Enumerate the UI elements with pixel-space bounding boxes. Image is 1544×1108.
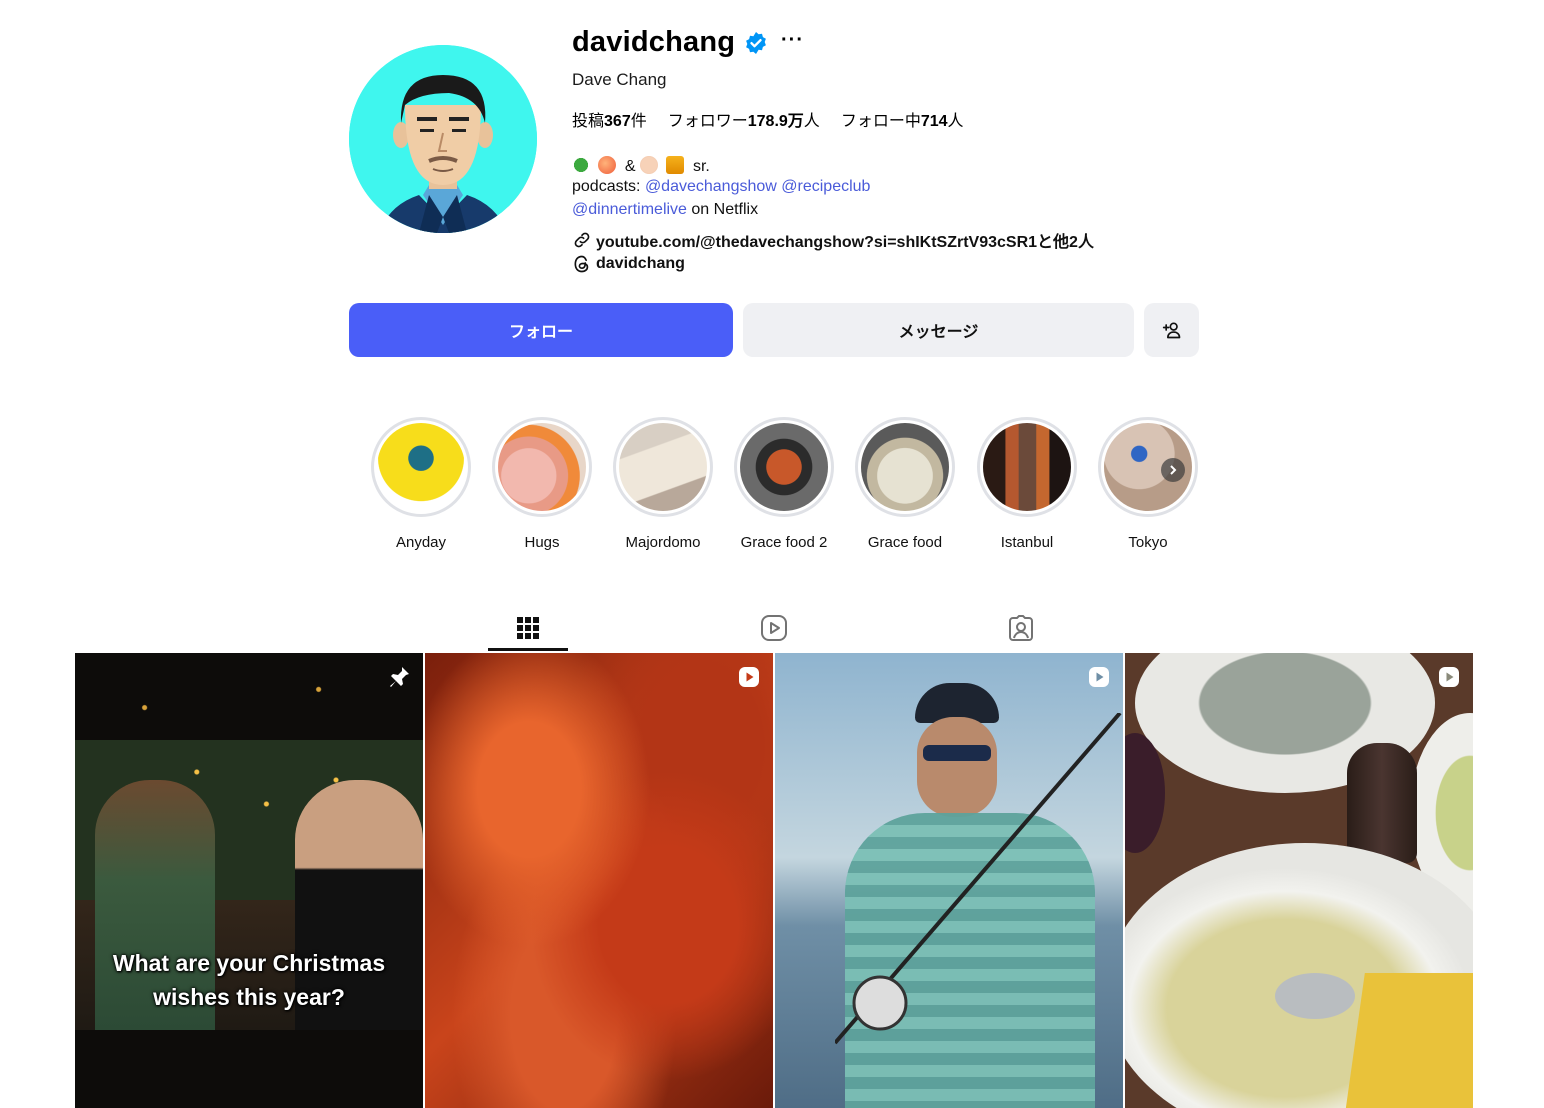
highlight-grace-food[interactable]: Grace food: [852, 417, 958, 551]
post-tile-reel[interactable]: [425, 653, 773, 1108]
post-thumbnail: [425, 653, 773, 1108]
highlight-cover: [983, 423, 1071, 511]
bio-link[interactable]: youtube.com/@thedavechangshow?si=shIKtSZ…: [572, 228, 1094, 252]
post-caption-overlay: What are your Christmas wishes this year…: [112, 950, 386, 1010]
avatar-illustration: [349, 45, 537, 233]
link-icon: [574, 232, 590, 248]
spoon: [1275, 973, 1355, 1019]
verified-badge-icon: [744, 31, 768, 55]
peach-icon: [598, 156, 617, 174]
highlight-majordomo[interactable]: Majordomo: [610, 417, 716, 551]
reel-icon: [737, 665, 761, 694]
highlight-grace-food-2[interactable]: Grace food 2: [731, 417, 837, 551]
clover-icon: [572, 156, 590, 174]
post-tile-pinned[interactable]: What are your Christmas wishes this year…: [75, 653, 423, 1108]
gratin: [1345, 973, 1473, 1108]
mention-dinnertimelive[interactable]: @dinnertimelive: [572, 201, 687, 218]
more-options-button[interactable]: ···: [781, 30, 804, 50]
reels-icon: [761, 615, 787, 641]
follow-button[interactable]: フォロー: [349, 303, 733, 357]
highlight-tokyo[interactable]: Tokyo: [1095, 417, 1201, 551]
mention-davechangshow[interactable]: @davechangshow: [645, 178, 777, 195]
highlight-cover: [498, 423, 586, 511]
pepper-grinder: [1347, 743, 1417, 863]
active-tab-indicator: [488, 648, 568, 651]
profile-full-name: Dave Chang: [572, 70, 667, 89]
highlight-istanbul[interactable]: Istanbul: [974, 417, 1080, 551]
grid-icon: [517, 617, 539, 639]
post-tile-reel[interactable]: [775, 653, 1123, 1108]
reel-icon: [1437, 665, 1461, 694]
fishing-rod: [835, 713, 1122, 1045]
mention-recipeclub[interactable]: @recipeclub: [781, 178, 870, 195]
highlight-cover: [740, 423, 828, 511]
highlight-anyday[interactable]: Anyday: [368, 417, 474, 551]
profile-avatar[interactable]: [349, 45, 537, 233]
reel-icon: [1087, 665, 1111, 694]
highlight-cover: [861, 423, 949, 511]
bio-line-emojis: & sr.: [572, 156, 710, 176]
profile-stats: 投稿367件 フォロワー178.9万人 フォロー中714人: [572, 107, 964, 131]
highlight-hugs[interactable]: Hugs: [489, 417, 595, 551]
tab-posts[interactable]: [488, 604, 568, 652]
following-count[interactable]: フォロー中714人: [841, 107, 964, 131]
pinned-icon: [387, 665, 411, 694]
suggest-people-button[interactable]: [1144, 303, 1199, 357]
tab-reels[interactable]: [734, 604, 814, 652]
baby-icon: [640, 156, 659, 174]
followers-count[interactable]: フォロワー178.9万人: [668, 107, 820, 131]
bio-line-podcasts: podcasts: @davechangshow @recipeclub: [572, 178, 871, 195]
threads-icon: [574, 255, 589, 273]
posts-count: 投稿367件: [572, 113, 647, 130]
message-button[interactable]: メッセージ: [743, 303, 1134, 357]
tab-tagged[interactable]: [981, 604, 1061, 652]
highlights-next-icon[interactable]: [1161, 458, 1185, 482]
highlight-cover: [377, 423, 465, 511]
profile-username: davidchang: [572, 26, 736, 58]
crown-icon: [666, 156, 685, 174]
threads-link[interactable]: davidchang: [572, 254, 685, 274]
add-person-icon: [1162, 322, 1180, 339]
post-tile-reel[interactable]: [1125, 653, 1473, 1108]
highlight-cover: [619, 423, 707, 511]
bio-line-netflix: @dinnertimelive on Netflix: [572, 201, 759, 218]
tagged-icon: [1009, 615, 1033, 641]
